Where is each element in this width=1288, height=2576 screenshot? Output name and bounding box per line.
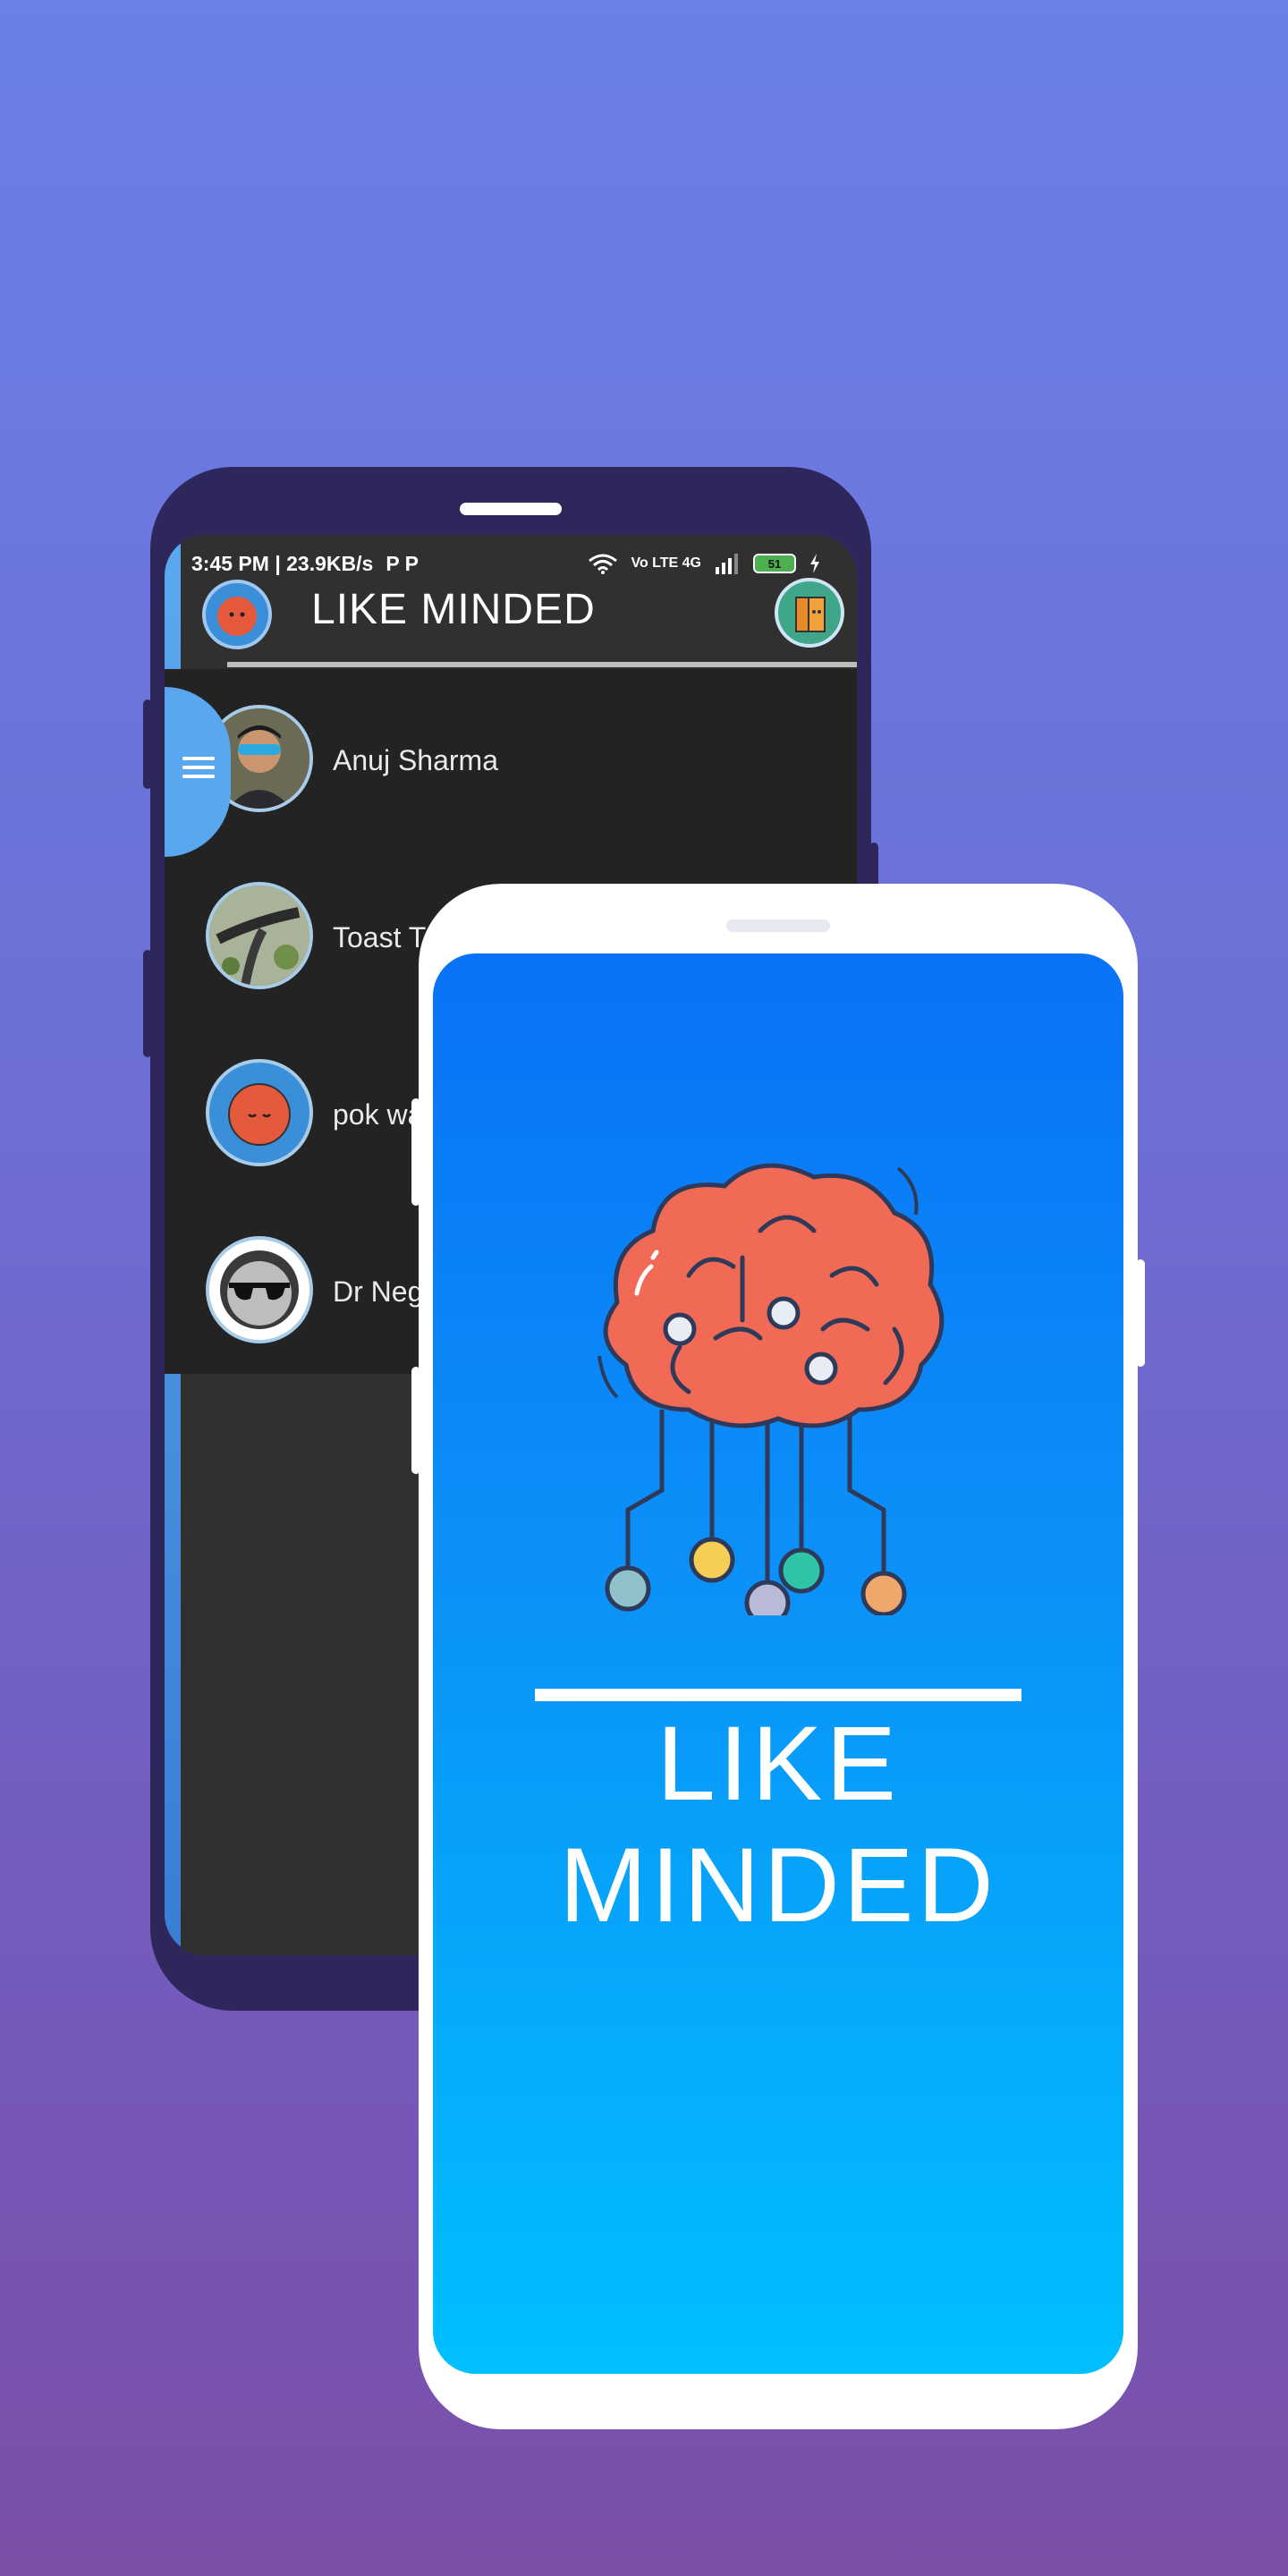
network-indicator: Vo LTE 4G <box>631 555 701 571</box>
front-phone-side-button <box>1136 1259 1145 1367</box>
app-title: LIKE MINDED <box>311 586 596 633</box>
blob-character-icon <box>217 597 257 636</box>
charging-bolt-icon <box>810 554 819 573</box>
logo-underline <box>535 1689 1021 1701</box>
back-phone-side-button <box>143 699 152 789</box>
status-time-speed: 3:45 PM | 23.9KB/s <box>191 551 374 575</box>
sleepy-blob-icon <box>228 1083 291 1146</box>
contact-avatar <box>206 882 313 989</box>
contact-item[interactable]: Anuj Sharma <box>165 691 857 834</box>
contact-name: pok wa <box>333 1098 424 1131</box>
front-phone-frame: LIKE MINDED <box>411 884 1145 2429</box>
brain-circuit-logo-icon <box>597 1163 945 1615</box>
contact-name: Dr Neg <box>333 1275 424 1308</box>
contact-name: Toast T <box>333 921 427 953</box>
splash-logo-text: LIKE MINDED <box>559 1705 997 1945</box>
profile-avatar-button[interactable] <box>202 580 272 649</box>
front-phone-side-button <box>411 1367 420 1474</box>
contact-avatar <box>206 1236 313 1343</box>
splash-screen: LIKE MINDED <box>433 953 1123 2374</box>
wifi-icon <box>589 554 618 574</box>
back-phone-side-button <box>143 950 152 1057</box>
tree-photo-icon <box>209 886 309 986</box>
contact-avatar <box>206 1059 313 1166</box>
battery-level: 51 <box>767 556 782 571</box>
contact-name: Anuj Sharma <box>333 744 498 776</box>
book-character-icon <box>795 597 826 632</box>
front-phone-speaker <box>726 919 830 932</box>
book-character-button[interactable] <box>775 578 844 648</box>
app-bar: LIKE MINDED <box>165 578 857 649</box>
signal-icon <box>716 554 738 574</box>
battery-icon: 51 <box>753 554 796 573</box>
status-bar: 3:45 PM | 23.9KB/s P P Vo LTE 4G 51 <box>191 547 821 580</box>
back-phone-speaker <box>460 503 562 515</box>
sunglasses-character-icon <box>220 1250 299 1329</box>
status-notification-icons: P P <box>386 551 419 575</box>
hamburger-menu-icon <box>182 757 215 784</box>
app-bar-divider <box>227 662 857 667</box>
front-phone-side-button <box>411 1098 420 1206</box>
